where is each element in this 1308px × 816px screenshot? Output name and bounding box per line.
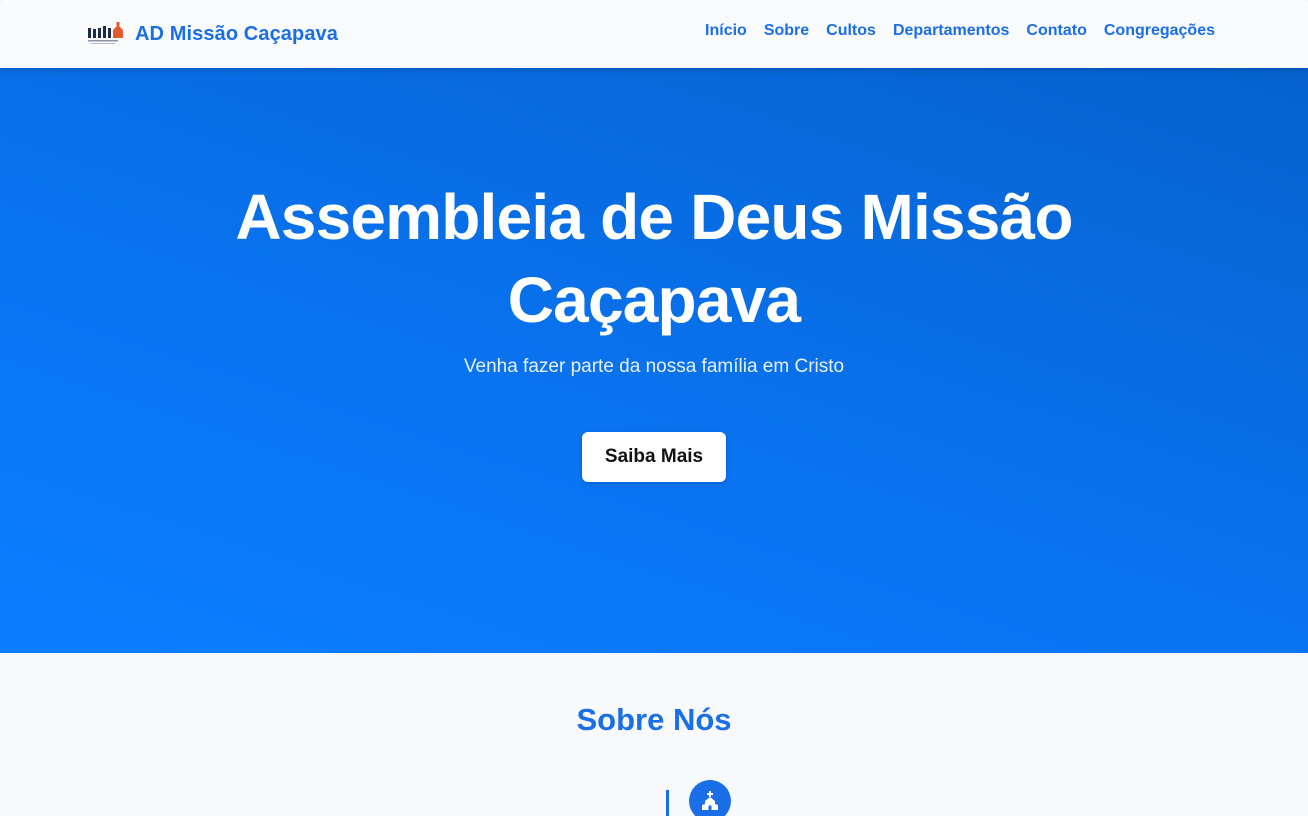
hero-section: Assembleia de Deus Missão Caçapava Venha… xyxy=(0,68,1308,653)
church-icon xyxy=(702,791,718,810)
nav-item-contato: Contato xyxy=(1026,22,1086,40)
nav-item-inicio: Início xyxy=(705,22,747,40)
saiba-mais-button[interactable]: Saiba Mais xyxy=(582,432,726,482)
nav-item-sobre: Sobre xyxy=(764,22,809,40)
nav-item-cultos: Cultos xyxy=(826,22,876,40)
navbar: AD Missão Caçapava Início Sobre Cultos D… xyxy=(0,0,1308,68)
nav-links: Início Sobre Cultos Departamentos Contat… xyxy=(705,22,1215,40)
church-logo-icon xyxy=(88,22,123,44)
page: AD Missão Caçapava Início Sobre Cultos D… xyxy=(0,0,1308,816)
about-title: Sobre Nós xyxy=(576,702,732,737)
brand-name: AD Missão Caçapava xyxy=(135,22,339,45)
timeline-church-badge xyxy=(689,780,731,816)
nav-link-inicio[interactable]: Início xyxy=(705,22,747,39)
about-section: Sobre Nós xyxy=(0,653,1308,816)
hero-title: Assembleia de Deus Missão Caçapava xyxy=(235,181,1073,336)
nav-link-congregacoes[interactable]: Congregações xyxy=(1104,22,1215,39)
nav-link-contato[interactable]: Contato xyxy=(1026,22,1086,39)
timeline-line xyxy=(666,790,669,816)
nav-item-congregacoes: Congregações xyxy=(1104,22,1215,40)
nav-link-cultos[interactable]: Cultos xyxy=(826,22,876,39)
hero-subtitle: Venha fazer parte da nossa família em Cr… xyxy=(463,356,845,377)
nav-link-sobre[interactable]: Sobre xyxy=(764,22,809,39)
nav-link-departamentos[interactable]: Departamentos xyxy=(893,22,1009,39)
brand-link[interactable]: AD Missão Caçapava xyxy=(87,19,338,49)
nav-item-departamentos: Departamentos xyxy=(893,22,1009,40)
